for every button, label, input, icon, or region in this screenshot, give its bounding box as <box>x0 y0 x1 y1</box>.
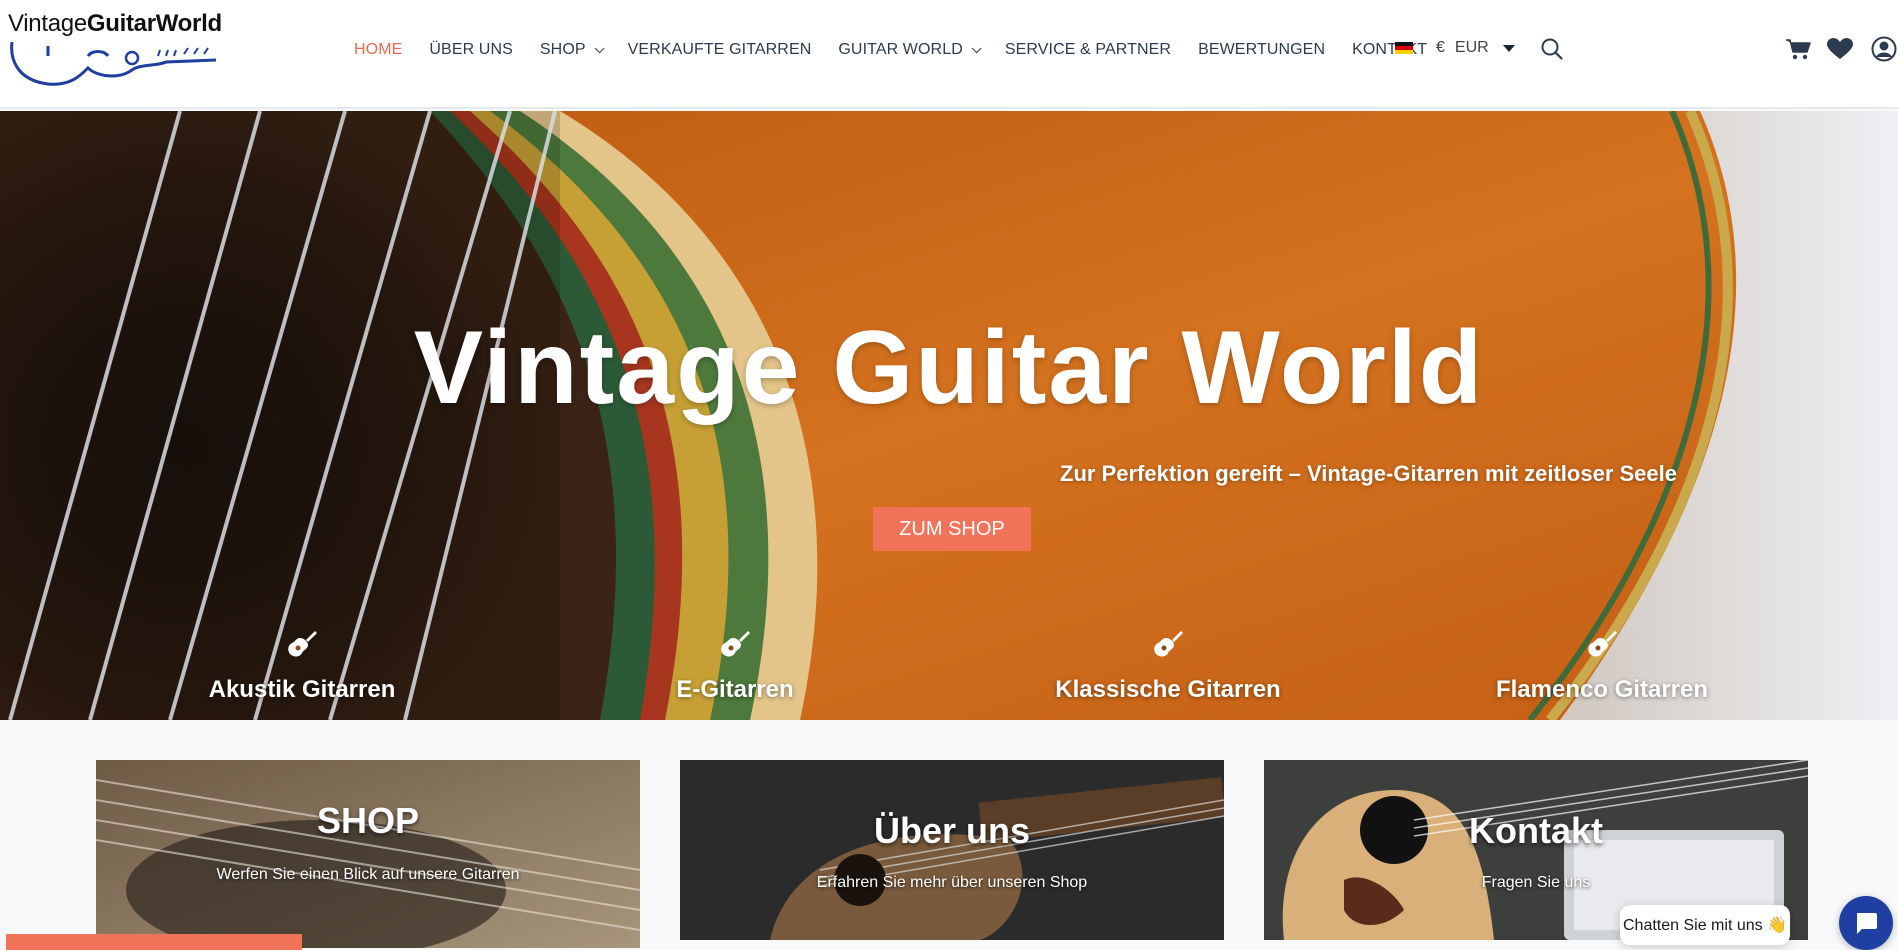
category-akustik-gitarren[interactable]: Akustik Gitarren <box>122 628 482 704</box>
nav-item-shop[interactable]: SHOP <box>540 41 605 59</box>
main-navigation: HOME ÜBER UNS SHOP VERKAUFTE GITARREN GU… <box>354 38 1454 62</box>
logo-wordmark: VintageGuitarWorld <box>8 10 222 37</box>
currency-symbol: € <box>1436 39 1445 56</box>
kontakt-card-title: Kontakt <box>1469 810 1603 851</box>
caret-down-icon <box>1502 44 1515 52</box>
guitar-icon <box>1154 631 1183 657</box>
heart-icon[interactable] <box>1827 38 1853 65</box>
search-icon[interactable] <box>1541 38 1563 65</box>
nav-item-verkaufte-gitarren[interactable]: VERKAUFTE GITARREN <box>628 41 812 59</box>
nav-item-ueber-uns[interactable]: ÜBER UNS <box>429 41 512 59</box>
chat-invite-bubble[interactable]: Chatten Sie mit uns 👋 <box>1620 905 1790 945</box>
shop-card-image <box>96 760 640 948</box>
guitar-icon <box>721 631 750 657</box>
ueber-uns-card-title: Über uns <box>873 810 1031 851</box>
nav-item-service-partner[interactable]: SERVICE & PARTNER <box>1005 41 1171 59</box>
account-icon[interactable] <box>1871 36 1897 67</box>
nav-item-bewertungen[interactable]: BEWERTUNGEN <box>1198 41 1325 59</box>
shop-card-title: SHOP <box>316 800 420 841</box>
guitar-icon <box>1588 631 1617 657</box>
currency-selector[interactable]: € EUR <box>1436 39 1515 57</box>
chevron-down-icon <box>971 42 982 53</box>
ueber-uns-card[interactable]: Über uns Erfahren Sie mehr über unseren … <box>680 760 1224 940</box>
chat-button[interactable] <box>1839 896 1893 950</box>
germany-flag-icon[interactable] <box>1395 42 1413 54</box>
category-e-gitarren[interactable]: E-Gitarren <box>555 628 915 704</box>
site-logo[interactable]: VintageGuitarWorld <box>8 6 223 90</box>
shop-card-text: Werfen Sie einen Blick auf unsere Gitarr… <box>216 866 520 883</box>
shop-card[interactable]: SHOP Werfen Sie einen Blick auf unsere G… <box>96 760 640 948</box>
hero-subtitle: Zur Perfektion gereift – Vintage-Gitarre… <box>1060 461 1677 486</box>
zum-shop-button[interactable]: ZUM SHOP <box>873 507 1031 551</box>
currency-code: EUR <box>1454 39 1489 56</box>
category-flamenco-gitarren[interactable]: Flamenco Gitarren <box>1422 628 1782 704</box>
chat-icon <box>1857 913 1877 934</box>
nav-item-kontakt[interactable]: KONTAKT <box>1352 41 1427 59</box>
hero-banner: Vintage Guitar World Zur Perfektion gere… <box>0 111 1898 720</box>
kontakt-card-text: Fragen Sie uns <box>1481 874 1591 891</box>
guitar-outline-icon <box>10 41 217 86</box>
site-header: VintageGuitarWorld HOME ÜBER UNS SHOP VE… <box>0 0 1898 109</box>
guitar-icon <box>288 631 317 657</box>
category-klassische-gitarren[interactable]: Klassische Gitarren <box>988 628 1348 704</box>
cart-icon[interactable] <box>1785 38 1811 65</box>
ueber-uns-card-text: Erfahren Sie mehr über unseren Shop <box>816 874 1088 891</box>
cookie-notice-tab[interactable] <box>6 934 302 950</box>
chevron-down-icon <box>594 42 605 53</box>
nav-item-home[interactable]: HOME <box>354 41 402 59</box>
nav-item-guitar-world[interactable]: GUITAR WORLD <box>838 41 982 59</box>
hero-title: Vintage Guitar World <box>413 310 1485 426</box>
